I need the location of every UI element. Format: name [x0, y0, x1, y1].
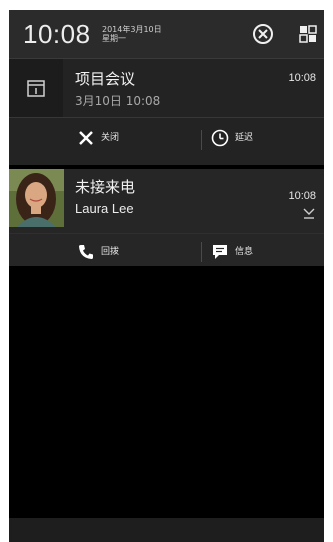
snooze-button[interactable]: 延迟 [211, 121, 253, 155]
divider [9, 117, 324, 118]
snooze-label: 延迟 [235, 133, 254, 143]
message-label: 信息 [235, 247, 254, 257]
action-separator [201, 130, 202, 150]
notification-time: 10:08 [288, 72, 316, 84]
phone-icon [79, 245, 93, 259]
clear-all-icon[interactable] [250, 21, 276, 47]
drawer-handle[interactable] [9, 518, 324, 542]
missed-call-notification[interactable]: 未接来电 Laura Lee 10:08 回拨 信息 [9, 169, 324, 266]
quick-settings-icon[interactable] [295, 21, 321, 47]
divider [9, 233, 324, 234]
notification-title: 项目会议 [75, 70, 136, 88]
call-back-label: 回拨 [101, 247, 120, 257]
notification-subtitle: 3月10日 10:08 [75, 94, 161, 108]
phone-screen: 10:08 2014年3月10日 星期一 项目会议 3月10日 10:08 10… [9, 10, 324, 542]
avatar [9, 169, 64, 227]
clock-icon [211, 129, 229, 147]
close-icon [79, 131, 93, 145]
caller-name: Laura Lee [75, 201, 134, 216]
dismiss-button[interactable]: 关闭 [77, 121, 119, 155]
call-back-button[interactable]: 回拨 [77, 235, 119, 269]
message-button[interactable]: 信息 [211, 235, 253, 269]
calendar-icon-box [9, 59, 63, 117]
notification-time: 10:08 [288, 190, 316, 202]
missed-call-icon [303, 208, 315, 219]
message-icon [213, 245, 227, 259]
dismiss-label: 关闭 [101, 133, 120, 143]
status-header: 10:08 2014年3月10日 星期一 [9, 10, 324, 59]
weekday-text: 星期一 [102, 34, 126, 43]
calendar-icon [27, 80, 45, 97]
date-block: 2014年3月10日 星期一 [102, 25, 162, 43]
clock-time: 10:08 [23, 19, 91, 49]
contact-photo [9, 169, 64, 227]
action-separator [201, 242, 202, 262]
calendar-notification[interactable]: 项目会议 3月10日 10:08 10:08 关闭 延迟 [9, 59, 324, 165]
date-text: 2014年3月10日 [102, 25, 162, 34]
notification-title: 未接来电 [75, 178, 136, 196]
